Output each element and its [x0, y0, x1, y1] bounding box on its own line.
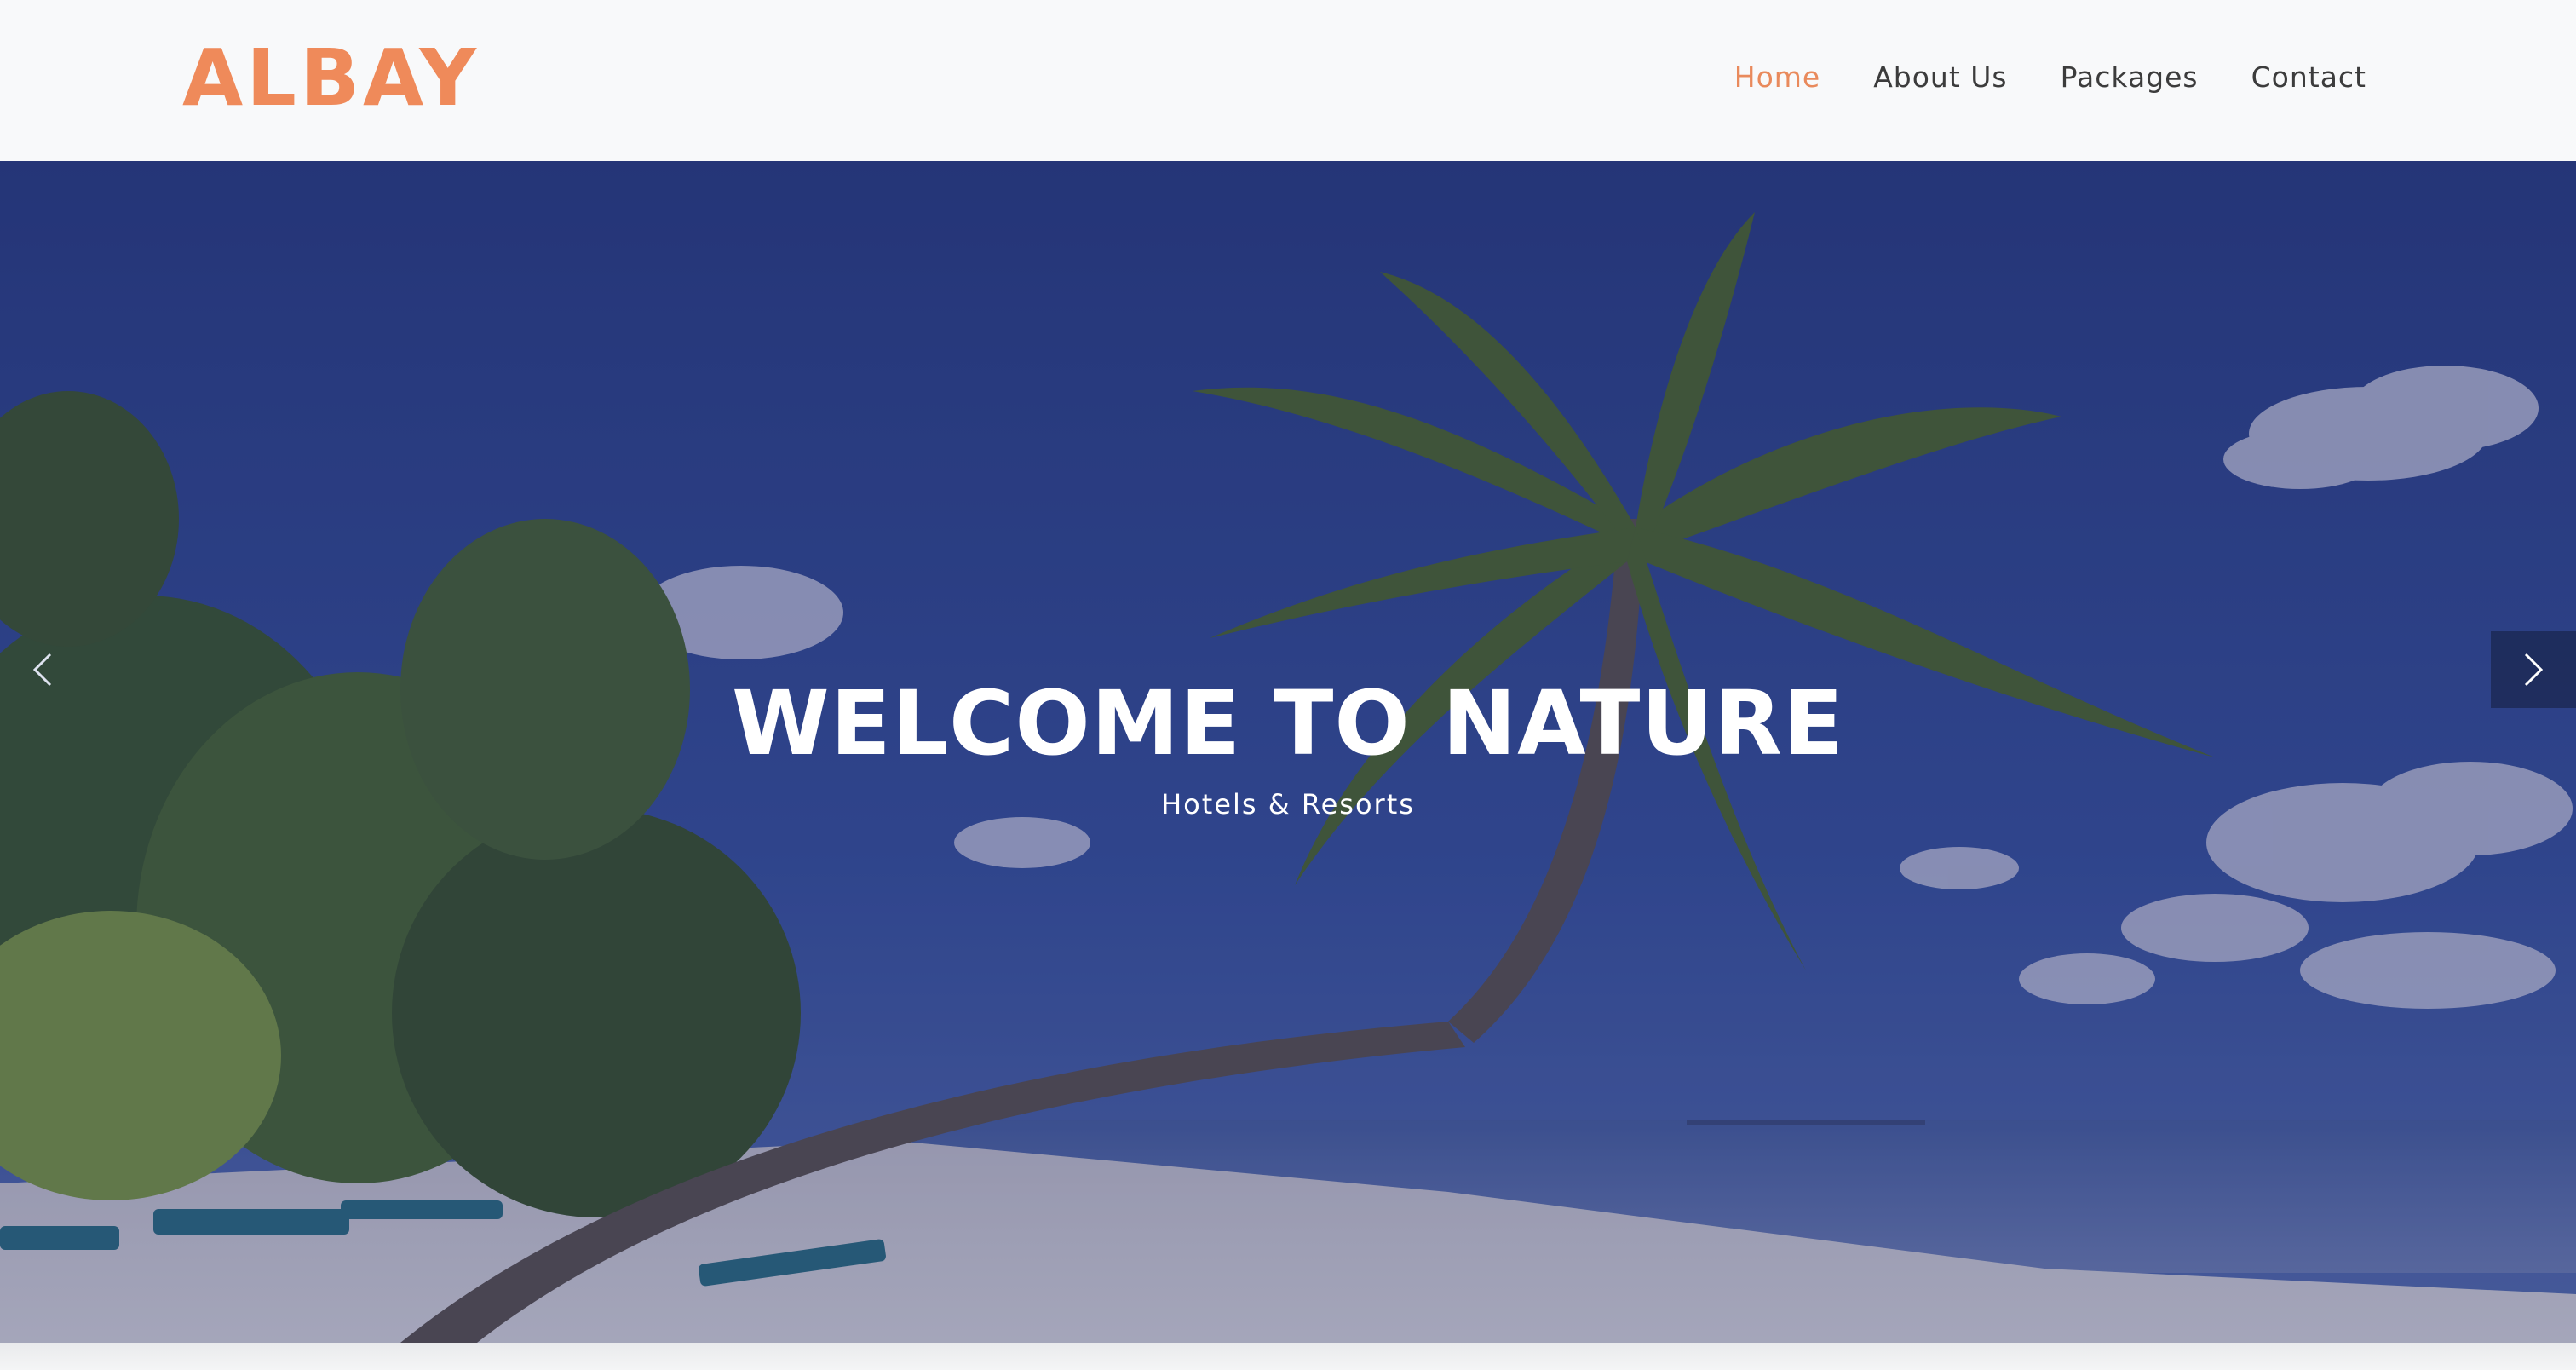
chevron-right-icon	[2524, 653, 2544, 687]
nav-link-home[interactable]: Home	[1734, 56, 1820, 99]
nav-link-packages[interactable]: Packages	[2061, 56, 2199, 99]
nav-link-about-us[interactable]: About Us	[1873, 56, 2007, 99]
hero-title: WELCOME TO NATURE	[731, 671, 1845, 775]
section-divider	[0, 1343, 2576, 1370]
carousel-prev-button[interactable]	[0, 631, 85, 708]
hero-carousel: WELCOME TO NATURE Hotels & Resorts	[0, 161, 2576, 1343]
main-nav: Home About Us Packages Contact	[1734, 56, 2366, 99]
hero-subtitle: Hotels & Resorts	[1161, 788, 1415, 820]
carousel-next-button[interactable]	[2491, 631, 2576, 708]
hero-caption: WELCOME TO NATURE Hotels & Resorts	[0, 672, 2576, 820]
nav-link-contact[interactable]: Contact	[2251, 56, 2366, 99]
brand-logo[interactable]: ALBAY	[182, 32, 480, 124]
navbar: ALBAY Home About Us Packages Contact	[0, 0, 2576, 161]
chevron-left-icon	[32, 653, 52, 687]
